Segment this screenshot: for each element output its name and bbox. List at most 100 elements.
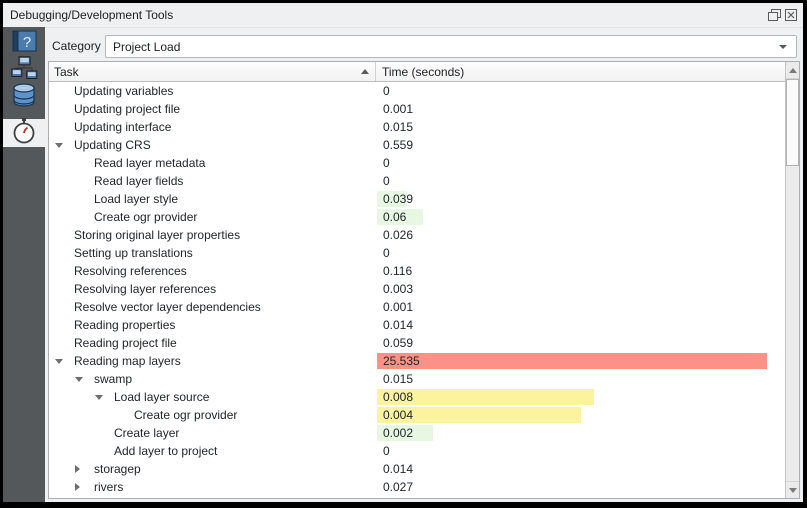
task-name: Reading properties: [74, 318, 175, 332]
table-row[interactable]: Load layer style0.039: [49, 190, 785, 208]
task-name: Setting up translations: [74, 246, 193, 260]
time-value: 0.002: [377, 426, 413, 440]
task-name: Updating variables: [74, 84, 173, 98]
sort-ascending-icon: [361, 69, 369, 74]
time-value: 25.535: [377, 354, 420, 368]
database-query-logger-icon: [11, 83, 37, 112]
table-row[interactable]: Reading project file0.059: [49, 334, 785, 352]
time-value: 0: [377, 84, 390, 98]
table-row[interactable]: Updating project file0.001: [49, 100, 785, 118]
task-column-label: Task: [54, 65, 79, 79]
tree-indent: [75, 460, 94, 478]
tree-indent: [55, 262, 74, 280]
task-name: Read layer metadata: [94, 156, 205, 170]
sidebar-item-query-logger[interactable]: [3, 84, 45, 111]
expanded-arrow-icon[interactable]: [75, 377, 83, 382]
table-row[interactable]: Resolving layer references0.003: [49, 280, 785, 298]
tree-indent: [75, 154, 94, 172]
task-name: storagep: [94, 462, 141, 476]
task-name: Resolving layer references: [74, 282, 216, 296]
time-value: 0.015: [377, 120, 413, 134]
time-value: 0: [377, 156, 390, 170]
category-dropdown[interactable]: Project Load: [105, 35, 797, 58]
collapsed-arrow-icon[interactable]: [75, 483, 80, 491]
table-row[interactable]: Add layer to project0: [49, 442, 785, 460]
task-name: Add layer to project: [114, 444, 217, 458]
task-name: Resolve vector layer dependencies: [74, 300, 261, 314]
tree-indent: [95, 388, 114, 406]
time-value: 0.027: [377, 480, 413, 494]
tools-sidebar: ?: [3, 27, 45, 502]
table-row[interactable]: Reading map layers25.535: [49, 352, 785, 370]
task-name: Resolving references: [74, 264, 187, 278]
table-row[interactable]: Updating CRS0.559: [49, 136, 785, 154]
sidebar-item-network-logger[interactable]: [3, 57, 45, 84]
tree-indent: [55, 298, 74, 316]
table-row[interactable]: Create ogr provider0.004: [49, 406, 785, 424]
table-row[interactable]: Create ogr provider0.06: [49, 208, 785, 226]
tree-indent: [55, 136, 74, 154]
task-name: Read layer fields: [94, 174, 183, 188]
tree-indent: [75, 208, 94, 226]
task-name: Create ogr provider: [94, 210, 197, 224]
tree-indent: [95, 442, 114, 460]
time-column-label: Time (seconds): [382, 65, 464, 79]
expanded-arrow-icon[interactable]: [55, 143, 63, 148]
time-value: 0: [377, 246, 390, 260]
chevron-down-icon: [779, 45, 787, 49]
stopwatch-profiler-icon: [12, 118, 36, 149]
tree-indent: [55, 244, 74, 262]
time-value: 0.026: [377, 228, 413, 242]
sidebar-item-profiler[interactable]: [3, 119, 45, 147]
table-row[interactable]: Reading properties 0.014: [49, 316, 785, 334]
panel-title: Debugging/Development Tools: [3, 8, 173, 22]
time-value: 0.116: [377, 264, 412, 278]
expanded-arrow-icon[interactable]: [55, 359, 63, 364]
scrollbar-thumb[interactable]: [786, 79, 799, 166]
tree-indent: [55, 352, 74, 370]
float-window-icon[interactable]: [767, 9, 781, 22]
time-value: 0.015: [377, 372, 413, 386]
time-value: 0.004: [377, 408, 413, 422]
time-value: 0: [377, 174, 390, 188]
table-rows: Updating variables 0 Updating project file…: [49, 82, 785, 498]
table-row[interactable]: swamp 0.015: [49, 370, 785, 388]
table-row[interactable]: Setting up translations 0: [49, 244, 785, 262]
task-name: Storing original layer properties: [74, 228, 240, 242]
table-row[interactable]: Updating interface0.015: [49, 118, 785, 136]
table-row[interactable]: Read layer fields 0: [49, 172, 785, 190]
tree-indent: [75, 478, 94, 496]
network-logger-icon: [11, 56, 38, 85]
time-value: 0.008: [377, 390, 413, 404]
table-row[interactable]: Create layer0.002: [49, 424, 785, 442]
vertical-scrollbar[interactable]: [785, 62, 799, 498]
tree-indent: [55, 316, 74, 334]
scroll-down-icon: [789, 488, 797, 493]
table-row[interactable]: Updating variables 0: [49, 82, 785, 100]
collapsed-arrow-icon[interactable]: [75, 465, 80, 473]
table-row[interactable]: Read layer metadata 0: [49, 154, 785, 172]
table-row[interactable]: storagep 0.014: [49, 460, 785, 478]
task-name: swamp: [94, 372, 132, 386]
column-header-task[interactable]: Task: [49, 62, 376, 81]
time-value: 0.014: [377, 318, 413, 332]
scrollbar-up-button[interactable]: [786, 62, 799, 79]
table-header: Task Time (seconds): [49, 62, 799, 82]
tree-indent: [75, 172, 94, 190]
expanded-arrow-icon[interactable]: [95, 395, 103, 400]
sidebar-item-help[interactable]: ?: [3, 30, 45, 57]
time-value: 0.559: [377, 138, 413, 152]
scrollbar-down-button[interactable]: [786, 481, 799, 498]
table-row[interactable]: Resolving references 0.116: [49, 262, 785, 280]
scroll-up-icon: [789, 68, 797, 73]
time-value: 0.014: [377, 462, 413, 476]
table-row[interactable]: Load layer source0.008: [49, 388, 785, 406]
tree-indent: [55, 118, 74, 136]
tree-indent: [75, 190, 94, 208]
table-row[interactable]: Storing original layer properties 0.026: [49, 226, 785, 244]
tree-indent: [55, 280, 74, 298]
table-row[interactable]: rivers0.027: [49, 478, 785, 496]
close-icon[interactable]: [784, 9, 798, 22]
column-header-time[interactable]: Time (seconds): [376, 62, 799, 81]
table-row[interactable]: Resolve vector layer dependencies0.001: [49, 298, 785, 316]
